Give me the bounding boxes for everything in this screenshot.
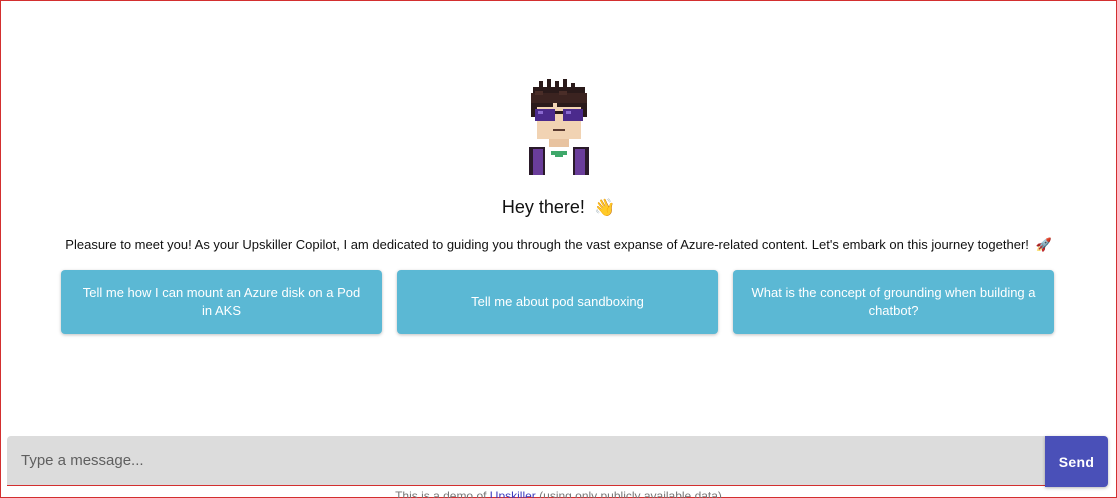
waving-hand-icon: 👋 <box>593 198 616 217</box>
intro-text: Pleasure to meet you! As your Upskiller … <box>65 237 1029 252</box>
send-button[interactable]: Send <box>1045 436 1108 487</box>
suggestion-button-mount-azure-disk[interactable]: Tell me how I can mount an Azure disk on… <box>61 270 382 334</box>
intro-message: Pleasure to meet you! As your Upskiller … <box>0 237 1117 253</box>
footer-prefix: This is a demo of <box>395 489 490 498</box>
suggestion-label: Tell me how I can mount an Azure disk on… <box>82 285 361 318</box>
rocket-icon: 🚀 <box>1035 237 1052 252</box>
greeting-heading: Hey there! 👋 <box>0 197 1117 218</box>
suggestion-label: Tell me about pod sandboxing <box>471 294 644 309</box>
suggestion-button-pod-sandboxing[interactable]: Tell me about pod sandboxing <box>397 270 718 334</box>
suggestion-button-grounding-chatbot[interactable]: What is the concept of grounding when bu… <box>733 270 1054 334</box>
footer-suffix: (using only publicly available data) <box>535 489 722 498</box>
message-input[interactable] <box>7 436 1046 486</box>
message-composer: Send <box>7 436 1108 487</box>
upskiller-link[interactable]: Upskiller <box>490 489 536 498</box>
suggestion-label: What is the concept of grounding when bu… <box>751 285 1036 318</box>
footer-note: This is a demo of Upskiller (using only … <box>0 489 1117 498</box>
greeting-text: Hey there! <box>501 197 585 217</box>
avatar <box>529 79 589 175</box>
